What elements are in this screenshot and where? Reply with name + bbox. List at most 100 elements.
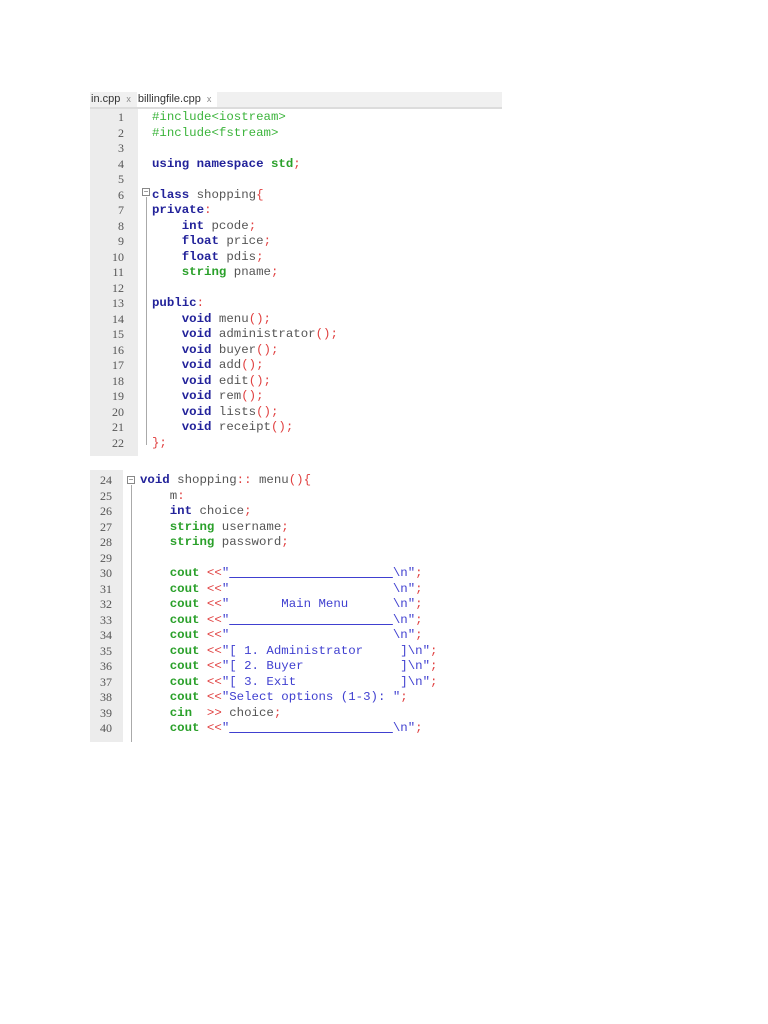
line-number: 20 xyxy=(112,404,124,419)
code-line[interactable]: 36 cout <<"[ 2. Buyer ]\n"; xyxy=(90,659,442,675)
code-token: shopping xyxy=(189,187,257,202)
code-text: void buyer(); xyxy=(152,342,279,359)
code-text: string username; xyxy=(140,520,289,536)
line-number: 33 xyxy=(100,612,112,627)
code-token: << xyxy=(199,690,222,704)
code-token: choice xyxy=(192,504,245,518)
code-line[interactable]: 26 int choice; xyxy=(90,504,442,520)
code-line[interactable]: 29 xyxy=(90,551,442,567)
code-lines[interactable]: 24 void shopping:: menu(){25 m: 26 int cho… xyxy=(90,473,442,737)
code-line[interactable]: 25 m: xyxy=(90,489,442,505)
code-token: (); xyxy=(271,420,294,434)
code-line[interactable]: 38 cout <<"Select options (1-3): "; xyxy=(90,690,442,706)
code-line[interactable]: 1 #include<iostream> xyxy=(90,110,502,126)
code-line[interactable]: 27 string username; xyxy=(90,520,442,536)
code-token: lists xyxy=(211,404,257,419)
code-line[interactable]: 35 cout <<"[ 1. Administrator ]\n"; xyxy=(90,644,442,660)
code-line[interactable]: 16 void buyer(); xyxy=(90,343,502,359)
code-token: float xyxy=(181,234,219,248)
code-token: void xyxy=(181,420,212,434)
code-token: string xyxy=(169,535,215,549)
code-line[interactable]: 39 cin >> choice; xyxy=(90,706,442,722)
close-icon[interactable]: x xyxy=(207,94,212,104)
code-token: " \n" xyxy=(221,581,416,596)
line-number: 15 xyxy=(112,327,124,341)
line-number: 35 xyxy=(100,643,112,658)
code-text: string password; xyxy=(140,535,289,551)
code-line[interactable]: 10 float pdis; xyxy=(90,250,502,266)
code-token: "[ 1. Administrator ]\n" xyxy=(221,643,431,658)
code-text: cin >> choice; xyxy=(140,705,282,722)
code-line[interactable]: 5 xyxy=(90,172,502,188)
code-line[interactable]: 24 void shopping:: menu(){ xyxy=(90,473,442,489)
code-token: void xyxy=(181,327,212,341)
code-line[interactable]: 9 float price; xyxy=(90,234,502,250)
code-token: edit xyxy=(211,373,249,388)
code-token: { xyxy=(256,187,264,202)
code-text: #include<iostream> xyxy=(152,110,286,126)
close-icon[interactable]: x xyxy=(126,94,131,104)
code-token: username xyxy=(214,519,282,534)
code-line[interactable]: 37 cout <<"[ 3. Exit ]\n"; xyxy=(90,675,442,691)
code-token: void xyxy=(181,342,212,357)
code-line[interactable]: 15 void administrator(); xyxy=(90,327,502,343)
code-line[interactable]: 19 void rem(); xyxy=(90,389,502,405)
code-line[interactable]: 7 private: xyxy=(90,203,502,219)
code-text: void shopping:: menu(){ xyxy=(140,473,311,489)
code-token: string xyxy=(169,519,215,534)
code-line[interactable]: 32 cout <<" Main Menu \n"; xyxy=(90,597,442,613)
code-token: password xyxy=(214,535,282,549)
tab-in-cpp[interactable]: in.cpp x xyxy=(90,92,137,107)
code-line[interactable]: 21 void receipt(); xyxy=(90,420,502,436)
code-lines[interactable]: 1 #include<iostream> 2 #include<fstream> 3 4 u… xyxy=(90,110,502,451)
code-text: int choice; xyxy=(140,504,252,520)
code-line[interactable]: 13 public: xyxy=(90,296,502,312)
tab-billingfile-cpp[interactable]: billingfile.cpp x xyxy=(136,92,218,107)
code-line[interactable]: 17 void add(); xyxy=(90,358,502,374)
code-token: cin xyxy=(169,705,193,720)
code-line[interactable]: 34 cout <<" \n"; xyxy=(90,628,442,644)
code-text: cout <<" Main Menu \n"; xyxy=(140,597,423,613)
code-token: string xyxy=(181,265,227,279)
code-line[interactable]: 22}; xyxy=(90,436,502,452)
code-line[interactable]: 8 int pcode; xyxy=(90,219,502,235)
code-line[interactable]: 18 void edit(); xyxy=(90,374,502,390)
code-token: ; xyxy=(271,265,279,279)
code-token: << xyxy=(199,674,222,689)
code-token: : xyxy=(196,296,205,310)
code-line[interactable]: 28 string password; xyxy=(90,535,442,551)
code-line[interactable]: 40 cout <<" \n"; xyxy=(90,721,442,737)
code-line[interactable]: 14 void menu(); xyxy=(90,312,502,328)
code-text: void edit(); xyxy=(152,374,271,390)
tab-label: in.cpp xyxy=(91,93,121,105)
code-line[interactable]: 12 xyxy=(90,281,502,297)
code-line[interactable]: 4 using namespace std; xyxy=(90,157,502,173)
code-token: pdis xyxy=(218,249,257,264)
code-line[interactable]: 3 xyxy=(90,141,502,157)
code-token: ; xyxy=(256,249,264,264)
code-token: void xyxy=(181,373,212,388)
code-text: class shopping{ xyxy=(152,188,264,204)
code-text: cout <<" \n"; xyxy=(140,566,423,582)
code-token: ; xyxy=(415,612,423,627)
code-text: public: xyxy=(152,296,204,312)
code-token: cout xyxy=(169,581,200,596)
code-token: ; xyxy=(430,643,438,658)
code-line[interactable]: 30 cout <<" \n"; xyxy=(90,566,442,582)
line-number: 28 xyxy=(100,535,112,549)
code-line[interactable]: 33 cout <<" \n"; xyxy=(90,613,442,629)
code-token: ; xyxy=(293,156,301,171)
code-line[interactable]: 2 #include<fstream> xyxy=(90,126,502,142)
code-line[interactable]: 20 void lists(); xyxy=(90,405,502,421)
line-number: 17 xyxy=(112,358,124,372)
code-token: ; xyxy=(415,566,423,580)
code-line[interactable]: 6 class shopping{ xyxy=(90,188,502,204)
code-line[interactable]: 11 string pname; xyxy=(90,265,502,281)
code-line[interactable]: 31 cout <<" \n"; xyxy=(90,582,442,598)
